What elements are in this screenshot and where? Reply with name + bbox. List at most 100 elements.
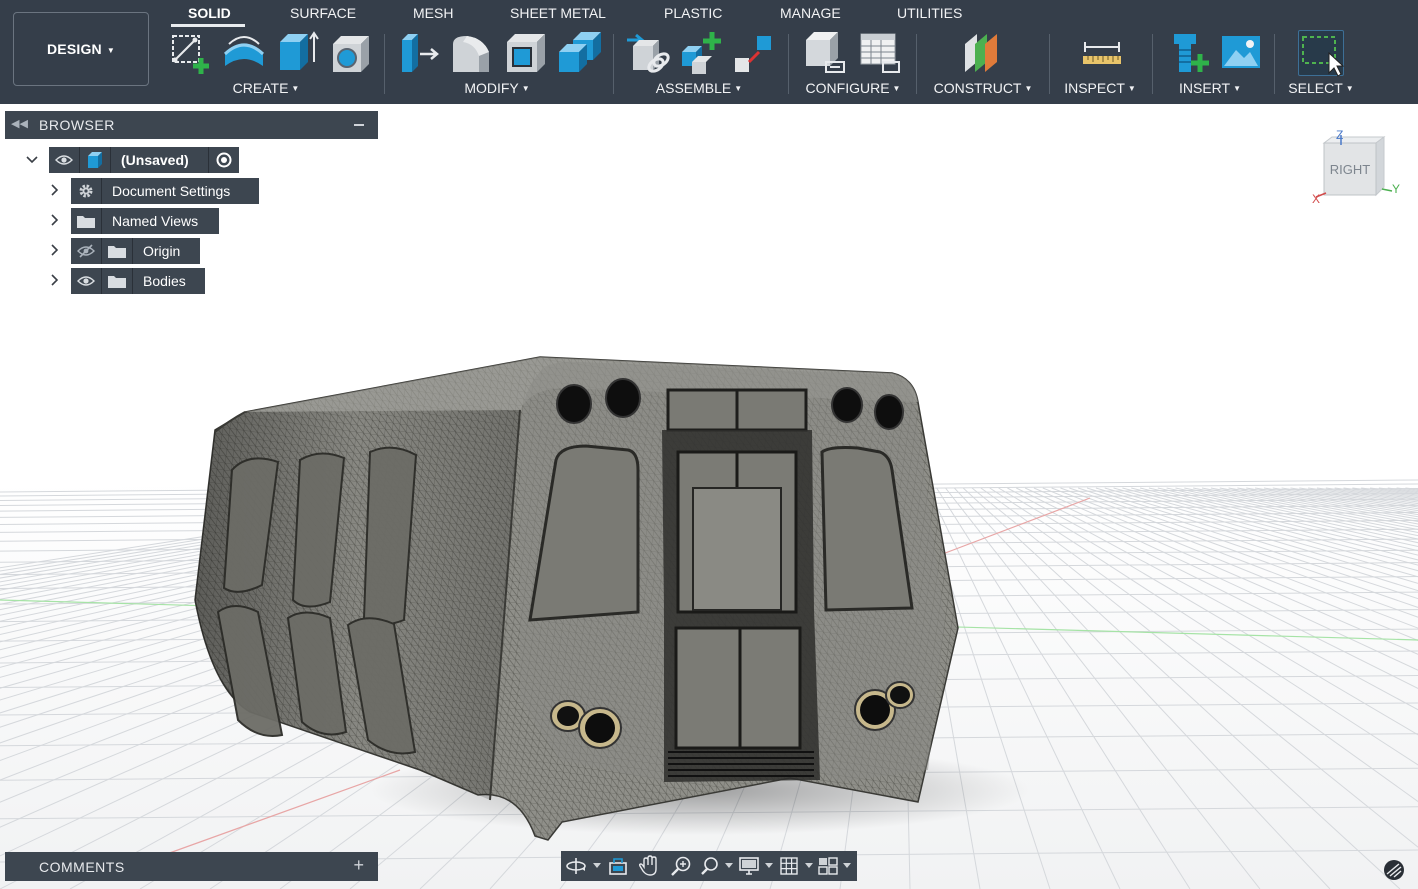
browser-item-document-settings[interactable]: Document Settings — [71, 178, 259, 204]
visibility-eye-icon[interactable] — [71, 268, 102, 294]
tab-solid[interactable]: SOLID — [188, 5, 231, 21]
tab-plastic[interactable]: PLASTIC — [664, 5, 722, 21]
tab-sheet-metal[interactable]: SHEET METAL — [510, 5, 606, 21]
motion-link-button[interactable] — [731, 30, 777, 76]
insert-mcmaster-button[interactable] — [1166, 30, 1212, 76]
caret-down-icon — [843, 863, 851, 868]
modify-menu[interactable]: MODIFY ▼ — [464, 80, 529, 96]
plane-icon — [965, 34, 997, 72]
collapse-panel-icon[interactable]: ◀◀ — [11, 117, 28, 130]
viewports-dropdown[interactable] — [841, 851, 853, 881]
extrude-icon — [280, 31, 319, 70]
comments-panel-header[interactable]: COMMENTS + — [5, 852, 378, 881]
zoom-dropdown[interactable] — [723, 851, 735, 881]
separator — [1049, 34, 1050, 94]
new-component-button[interactable] — [678, 30, 724, 76]
caret-down-icon: ▼ — [1127, 84, 1136, 93]
offset-plane-button[interactable] — [959, 30, 1005, 76]
active-tab-indicator — [171, 24, 245, 27]
orbit-dropdown[interactable] — [591, 851, 603, 881]
viewports-button[interactable] — [815, 851, 841, 881]
separator — [1152, 34, 1153, 94]
fit-button[interactable] — [697, 851, 723, 881]
image-icon — [1222, 36, 1260, 68]
zoom-icon — [671, 856, 691, 876]
display-dropdown[interactable] — [763, 851, 775, 881]
view-cube[interactable]: RIGHT Z X Y — [1310, 125, 1406, 207]
minimize-icon[interactable] — [354, 124, 364, 126]
tab-utilities[interactable]: UTILITIES — [897, 5, 962, 21]
measure-button[interactable] — [1079, 30, 1125, 76]
configuration-table-button[interactable] — [857, 30, 903, 76]
joint-button[interactable] — [625, 30, 671, 76]
combine-button[interactable] — [557, 30, 603, 76]
inspect-label: INSPECT — [1064, 80, 1125, 96]
measure-icon — [1083, 42, 1121, 64]
chevron-down-icon[interactable] — [25, 153, 39, 167]
caret-down-icon: ▼ — [521, 84, 530, 93]
separator — [1274, 34, 1275, 94]
assemble-label: ASSEMBLE — [655, 80, 732, 96]
grid-dropdown[interactable] — [803, 851, 815, 881]
shell-button[interactable] — [503, 30, 549, 76]
create-sketch-button[interactable] — [167, 30, 213, 76]
add-comment-icon[interactable]: + — [353, 855, 364, 876]
insert-menu[interactable]: INSERT ▼ — [1179, 80, 1241, 96]
chevron-right-icon[interactable] — [48, 243, 62, 257]
tab-manage[interactable]: MANAGE — [780, 5, 841, 21]
look-at-button[interactable] — [603, 851, 633, 881]
caret-down-icon: ▼ — [291, 84, 300, 93]
browser-root-node[interactable]: (Unsaved) — [49, 147, 239, 173]
caret-down-icon — [765, 863, 773, 868]
pan-button[interactable] — [633, 851, 665, 881]
tab-mesh[interactable]: MESH — [413, 5, 453, 21]
grid-settings-button[interactable] — [775, 851, 803, 881]
sketch-icon — [172, 35, 209, 74]
axis-y-label: Y — [1392, 182, 1400, 196]
workspace-switcher-button[interactable]: DESIGN ▼ — [13, 12, 149, 86]
press-pull-button[interactable] — [396, 30, 442, 76]
orbit-button[interactable] — [561, 851, 591, 881]
separator — [613, 34, 614, 94]
hidden-eye-icon[interactable] — [71, 238, 102, 264]
revolve-button[interactable] — [221, 30, 267, 76]
zoom-button[interactable] — [665, 851, 697, 881]
browser-panel-header[interactable]: ◀◀ BROWSER — [5, 111, 378, 139]
create-menu[interactable]: CREATE ▼ — [233, 80, 300, 96]
configure-menu[interactable]: CONFIGURE ▼ — [806, 80, 901, 96]
browser-item-origin[interactable]: Origin — [71, 238, 200, 264]
fillet-button[interactable] — [449, 30, 495, 76]
display-settings-button[interactable] — [735, 851, 763, 881]
axis-x-label: X — [1312, 192, 1320, 206]
configure-model-button[interactable] — [802, 30, 848, 76]
select-menu[interactable]: SELECT ▼ — [1288, 80, 1353, 96]
monitor-icon — [739, 857, 759, 875]
root-label: (Unsaved) — [121, 152, 189, 168]
autodesk-logo-icon[interactable] — [1383, 859, 1405, 881]
ribbon-toolbar: DESIGN ▼ SOLID SURFACE MESH SHEET METAL P… — [0, 0, 1418, 104]
tab-surface[interactable]: SURFACE — [290, 5, 356, 21]
chevron-right-icon[interactable] — [48, 213, 62, 227]
activate-radio-icon[interactable] — [208, 147, 239, 173]
insert-canvas-button[interactable] — [1218, 30, 1264, 76]
inspect-menu[interactable]: INSPECT ▼ — [1064, 80, 1136, 96]
tail-light — [605, 378, 641, 418]
assemble-menu[interactable]: ASSEMBLE ▼ — [656, 80, 742, 96]
caret-down-icon — [593, 863, 601, 868]
visibility-eye-icon[interactable] — [49, 147, 80, 173]
chevron-right-icon[interactable] — [48, 183, 62, 197]
separator — [916, 34, 917, 94]
select-button[interactable] — [1298, 30, 1345, 77]
viewcube-face-label[interactable]: RIGHT — [1330, 162, 1371, 177]
construct-menu[interactable]: CONSTRUCT ▼ — [934, 80, 1033, 96]
browser-item-named-views[interactable]: Named Views — [71, 208, 219, 234]
hole-button[interactable] — [327, 30, 373, 76]
chevron-right-icon[interactable] — [48, 273, 62, 287]
browser-item-bodies[interactable]: Bodies — [71, 268, 205, 294]
grid-icon — [780, 857, 798, 875]
hole-icon — [333, 36, 369, 72]
shell-icon — [507, 34, 545, 72]
gear-icon — [71, 178, 102, 204]
extrude-button[interactable] — [274, 30, 320, 76]
separator — [384, 34, 385, 94]
